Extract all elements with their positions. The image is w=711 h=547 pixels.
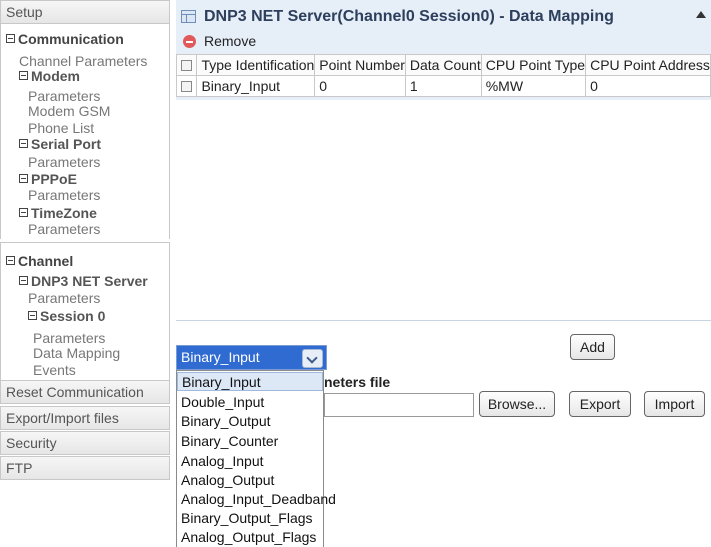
file-path-input[interactable] [324, 393, 474, 417]
sidebar-item-dnp3-parameters[interactable]: Parameters [28, 291, 100, 306]
col-point-number[interactable]: Point Number [314, 54, 406, 76]
type-dropdown-list: Binary_Input Double_Input Binary_Output … [176, 370, 336, 547]
collapse-icon[interactable] [19, 276, 28, 285]
sidebar-item-channel-parameters[interactable]: Channel Parameters [19, 54, 147, 69]
modem-label: Modem [31, 68, 80, 84]
data-mapping-table: Type Identification Point Number Data Co… [175, 54, 711, 97]
cell-cpu-point-type[interactable]: %MW [480, 75, 587, 97]
table-icon [181, 10, 196, 23]
sidebar-ftp[interactable]: FTP [0, 456, 170, 480]
collapse-icon[interactable] [19, 139, 28, 148]
add-label: Add [580, 339, 605, 355]
col-cpu-point-address[interactable]: CPU Point Address [585, 54, 711, 76]
type-select[interactable]: Binary_Input [176, 345, 327, 370]
import-button[interactable]: Import [644, 391, 705, 417]
panel-title-bar: DNP3 NET Server(Channel0 Session0) - Dat… [176, 7, 711, 31]
row-select-cell [175, 75, 198, 97]
reset-communication-label: Reset Communication [6, 384, 144, 400]
channel-panel: Channel DNP3 NET Server Parameters Sessi… [0, 243, 170, 380]
cell-point-number[interactable]: 0 [314, 75, 406, 97]
col-cpu-point-type[interactable]: CPU Point Type [480, 54, 587, 76]
sidebar: Setup Communication Channel Parameters M… [0, 0, 177, 547]
option-double-input[interactable]: Double_Input [177, 393, 323, 412]
export-label: Export [579, 396, 621, 412]
sidebar-security[interactable]: Security [0, 431, 170, 455]
parameters-file-label: neters file [324, 374, 391, 390]
remove-label: Remove [204, 33, 257, 49]
row-checkbox[interactable] [181, 81, 192, 92]
export-import-label: Export/Import files [6, 410, 119, 426]
sidebar-item-timezone-parameters[interactable]: Parameters [28, 222, 100, 237]
collapse-icon[interactable] [6, 34, 15, 43]
option-binary-output[interactable]: Binary_Output [177, 412, 323, 431]
sidebar-item-modem-parameters[interactable]: Parameters [28, 89, 100, 104]
sidebar-item-session-parameters[interactable]: Parameters [33, 331, 105, 346]
table-header-row: Type Identification Point Number Data Co… [175, 54, 711, 76]
option-analog-input-deadband[interactable]: Analog_Input_Deadband [177, 490, 336, 509]
table-empty-area [176, 100, 711, 320]
sidebar-item-phone-list[interactable]: Phone List [28, 121, 94, 136]
pppoe-label: PPPoE [31, 171, 77, 187]
col-data-count[interactable]: Data Count [404, 54, 482, 76]
collapse-icon[interactable] [19, 174, 28, 183]
sidebar-item-dnp3-server[interactable]: DNP3 NET Server [19, 274, 148, 289]
timezone-label: TimeZone [31, 205, 97, 221]
sidebar-item-pppoe-parameters[interactable]: Parameters [28, 188, 100, 203]
col-type-identification[interactable]: Type Identification [196, 54, 316, 76]
table-row[interactable]: Binary_Input 0 1 %MW 0 [175, 75, 711, 97]
communication-label: Communication [18, 31, 124, 47]
sidebar-item-serial-port[interactable]: Serial Port [19, 137, 101, 152]
ftp-label: FTP [6, 460, 33, 476]
collapse-icon[interactable] [28, 311, 37, 320]
session-label: Session 0 [40, 308, 106, 324]
add-button[interactable]: Add [570, 334, 615, 360]
communication-panel: Communication Channel Parameters Modem P… [0, 24, 170, 239]
type-select-value: Binary_Input [181, 349, 260, 365]
cell-data-count[interactable]: 1 [404, 75, 482, 97]
dnp3-label: DNP3 NET Server [31, 273, 148, 289]
remove-button[interactable]: Remove [176, 31, 711, 53]
sidebar-item-pppoe[interactable]: PPPoE [19, 172, 77, 187]
option-binary-counter[interactable]: Binary_Counter [177, 432, 323, 451]
sidebar-item-session-0[interactable]: Session 0 [28, 309, 105, 324]
sidebar-export-import[interactable]: Export/Import files [0, 406, 170, 430]
cell-type-identification[interactable]: Binary_Input [196, 75, 316, 97]
remove-icon [183, 35, 196, 48]
sidebar-setup-label: Setup [6, 4, 43, 20]
browse-button[interactable]: Browse... [479, 391, 555, 417]
option-analog-input[interactable]: Analog_Input [177, 452, 323, 471]
collapse-icon[interactable] [19, 71, 28, 80]
option-binary-input[interactable]: Binary_Input [177, 372, 323, 391]
collapse-icon[interactable] [6, 256, 15, 265]
select-all-checkbox[interactable] [181, 60, 192, 71]
cell-cpu-point-address[interactable]: 0 [585, 75, 711, 97]
sidebar-item-events[interactable]: Events [33, 363, 76, 378]
option-binary-output-flags[interactable]: Binary_Output_Flags [177, 509, 323, 528]
sidebar-item-communication[interactable]: Communication [6, 32, 124, 47]
option-analog-output[interactable]: Analog_Output [177, 471, 323, 490]
serial-port-label: Serial Port [31, 136, 102, 152]
import-label: Import [654, 396, 695, 412]
sidebar-item-channel[interactable]: Channel [6, 254, 73, 269]
option-analog-output-flags[interactable]: Analog_Output_Flags [177, 528, 323, 547]
sidebar-item-modem-gsm[interactable]: Modem GSM [28, 104, 110, 119]
data-mapping-panel: DNP3 NET Server(Channel0 Session0) - Dat… [175, 0, 711, 321]
page-title: DNP3 NET Server(Channel0 Session0) - Dat… [204, 8, 614, 25]
export-button[interactable]: Export [569, 391, 631, 417]
chevron-down-icon[interactable] [302, 349, 323, 368]
collapse-icon[interactable] [19, 208, 28, 217]
security-label: Security [6, 435, 57, 451]
channel-label: Channel [18, 253, 74, 269]
sidebar-item-timezone[interactable]: TimeZone [19, 206, 97, 221]
sidebar-reset-communication[interactable]: Reset Communication [0, 380, 170, 404]
sidebar-setup-header[interactable]: Setup [0, 0, 170, 24]
sidebar-item-serial-parameters[interactable]: Parameters [28, 155, 100, 170]
sidebar-item-data-mapping[interactable]: Data Mapping [33, 346, 120, 361]
sidebar-item-modem[interactable]: Modem [19, 69, 80, 84]
browse-label: Browse... [487, 396, 547, 412]
select-all-cell [175, 54, 198, 76]
collapse-up-icon[interactable] [696, 11, 706, 18]
